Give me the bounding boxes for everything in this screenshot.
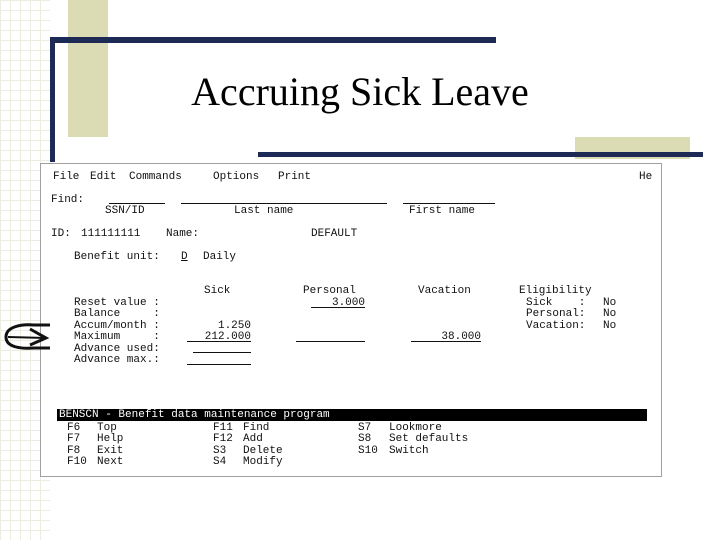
- menu-help[interactable]: He: [639, 171, 652, 183]
- benefit-unit-field[interactable]: D: [181, 251, 188, 263]
- elig-vacation-value[interactable]: No: [603, 320, 616, 332]
- fkey-f12-key[interactable]: F12: [213, 433, 233, 445]
- fkey-f7-key[interactable]: F7: [67, 433, 80, 445]
- benefit-unit-label: Benefit unit:: [74, 251, 160, 263]
- pointer-arrow-icon: [4, 323, 50, 350]
- maximum-personal-field[interactable]: [296, 341, 365, 342]
- fkey-s8-label[interactable]: Set defaults: [389, 433, 468, 445]
- name-label: Name:: [166, 228, 200, 240]
- find-label: Find:: [51, 194, 85, 206]
- id-value[interactable]: 111111111: [81, 228, 140, 240]
- title-rule-top: [50, 37, 496, 43]
- title-rule-bottom: [258, 152, 703, 157]
- reset-personal-field[interactable]: [311, 307, 365, 308]
- elig-personal-value[interactable]: No: [603, 308, 616, 320]
- menu-commands[interactable]: Commands: [129, 171, 182, 183]
- fkey-s4-label[interactable]: Modify: [243, 456, 283, 468]
- fkey-f12-label[interactable]: Add: [243, 433, 263, 445]
- elig-vacation-label: Vacation:: [526, 320, 586, 332]
- col-vacation: Vacation: [418, 285, 471, 297]
- col-personal: Personal: [303, 285, 356, 297]
- row-adv-max-label: Advance max.:: [74, 354, 160, 366]
- fkey-f7-label[interactable]: Help: [97, 433, 123, 445]
- name-value: DEFAULT: [311, 228, 358, 240]
- col-eligibility: Eligibility: [519, 285, 592, 297]
- row-maximum-label: Maximum :: [74, 331, 160, 343]
- id-label: ID:: [51, 228, 71, 240]
- fkey-s10-label[interactable]: Switch: [389, 445, 429, 457]
- benefit-unit-desc: Daily: [203, 251, 237, 263]
- advance-used-field[interactable]: [193, 352, 251, 353]
- status-bar: BENSCN - Benefit data maintenance progra…: [57, 409, 647, 421]
- find-first-label: First name: [409, 205, 476, 217]
- row-balance-label: Balance :: [74, 308, 160, 320]
- advance-max-field[interactable]: [187, 364, 251, 365]
- find-last-field[interactable]: [181, 203, 387, 204]
- maximum-vacation-field[interactable]: [411, 341, 481, 342]
- terminal-screen: File Edit Commands Options Print He Find…: [40, 163, 662, 477]
- fkey-f10-key[interactable]: F10: [67, 456, 87, 468]
- menu-file[interactable]: File: [53, 171, 79, 183]
- find-last-label: Last name: [234, 205, 294, 217]
- status-text: BENSCN - Benefit data maintenance progra…: [59, 409, 330, 421]
- find-ssn-field[interactable]: [109, 203, 165, 204]
- fkey-s8-key[interactable]: S8: [358, 433, 371, 445]
- col-sick: Sick: [204, 285, 231, 297]
- find-ssn-label: SSN/ID: [105, 205, 145, 217]
- fkey-s10-key[interactable]: S10: [358, 445, 378, 457]
- menu-options[interactable]: Options: [213, 171, 259, 183]
- slide-title: Accruing Sick Leave: [191, 69, 529, 114]
- elig-personal-label: Personal:: [526, 308, 586, 320]
- fkey-f10-label[interactable]: Next: [97, 456, 123, 468]
- fkey-s4-key[interactable]: S4: [213, 456, 226, 468]
- menu-print[interactable]: Print: [278, 171, 311, 183]
- maximum-sick-field[interactable]: [187, 341, 251, 342]
- menu-edit[interactable]: Edit: [90, 171, 116, 183]
- find-first-field[interactable]: [403, 203, 495, 204]
